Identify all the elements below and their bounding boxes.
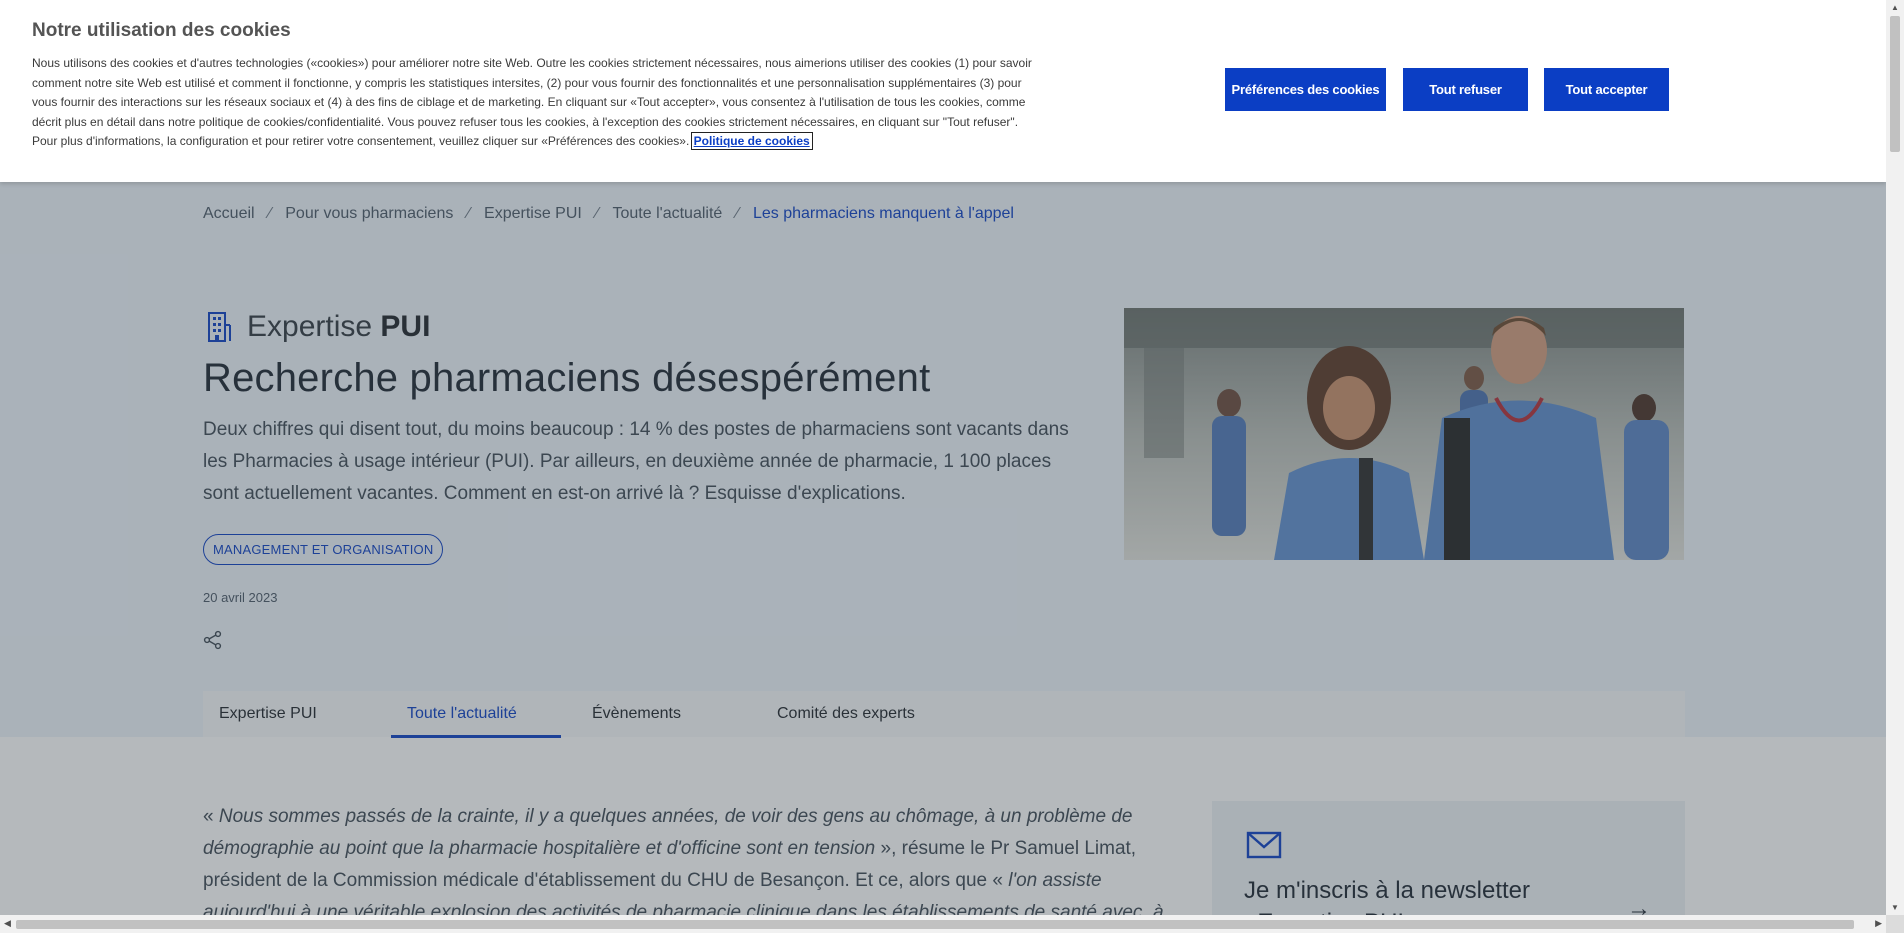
scroll-left-icon[interactable]: ◀: [4, 918, 11, 929]
refuse-all-button[interactable]: Tout refuser: [1403, 68, 1528, 111]
scroll-right-icon[interactable]: ▶: [1875, 918, 1882, 929]
cookie-text: Nous utilisons des cookies et d'autres t…: [32, 54, 1032, 152]
cookie-title: Notre utilisation des cookies: [32, 20, 291, 41]
horizontal-scroll-thumb[interactable]: [16, 920, 1854, 929]
scrollbar-corner: [1886, 915, 1904, 933]
cookie-policy-link[interactable]: Politique de cookies: [690, 132, 813, 151]
vertical-scrollbar[interactable]: ▲ ▼: [1886, 0, 1904, 915]
vertical-scroll-thumb[interactable]: [1890, 16, 1900, 152]
horizontal-scrollbar[interactable]: ◀ ▶: [0, 915, 1886, 933]
cookie-preferences-button[interactable]: Préférences des cookies: [1225, 68, 1386, 111]
accept-all-button[interactable]: Tout accepter: [1544, 68, 1669, 111]
modal-overlay: [0, 182, 1886, 915]
cookie-banner: Notre utilisation des cookies Nous utili…: [0, 0, 1886, 182]
scroll-up-icon[interactable]: ▲: [1891, 3, 1899, 12]
scroll-down-icon[interactable]: ▼: [1891, 903, 1899, 912]
cookie-body-text: Nous utilisons des cookies et d'autres t…: [32, 56, 1032, 149]
